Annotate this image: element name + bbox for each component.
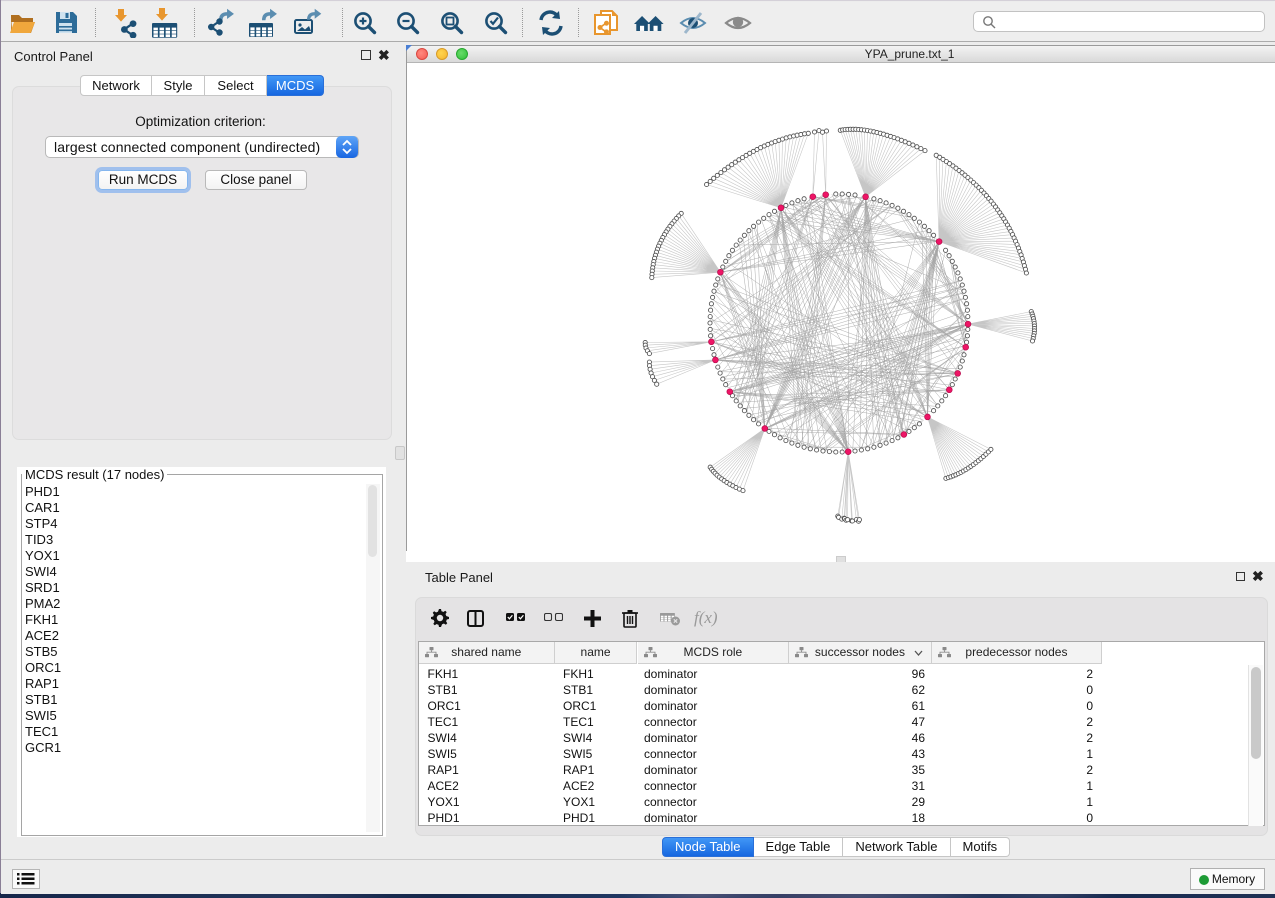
svg-text:f(x): f(x) xyxy=(694,608,718,627)
